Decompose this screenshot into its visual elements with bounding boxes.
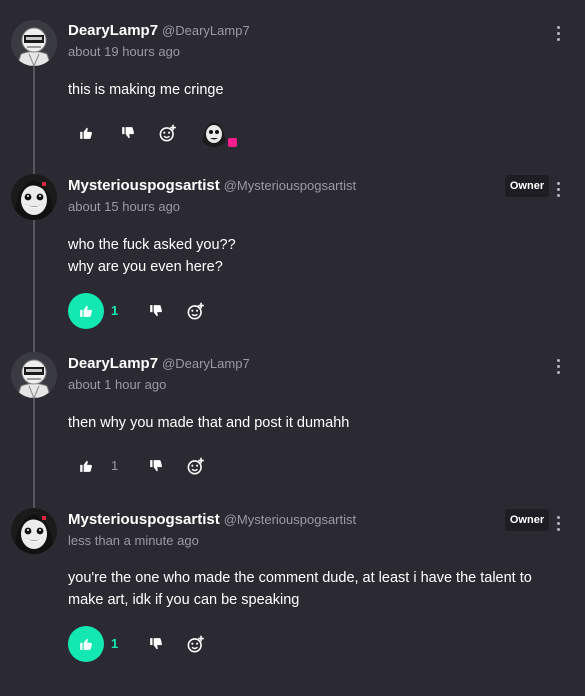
add-reaction-icon[interactable] (156, 122, 178, 144)
timestamp: less than a minute ago (68, 533, 199, 548)
comment-body: then why you made that and post it dumah… (68, 412, 568, 434)
owner-badge: Owner (505, 175, 549, 197)
thumbs-down-icon[interactable] (146, 301, 166, 321)
grin-face-avatar[interactable] (11, 174, 57, 220)
like-count: 1 (111, 458, 119, 473)
grin-face-avatar[interactable] (11, 508, 57, 554)
add-reaction-icon[interactable] (184, 633, 206, 655)
thumbs-down-icon[interactable] (146, 456, 166, 476)
owner-badge: Owner (505, 509, 549, 531)
comment-body: who the fuck asked you?? why are you eve… (68, 234, 568, 278)
thumbs-down-icon[interactable] (146, 634, 166, 654)
comment-body: you're the one who made the comment dude… (68, 567, 568, 611)
comment-text-line: then why you made that and post it dumah… (68, 415, 350, 431)
more-options-icon[interactable] (550, 179, 566, 199)
add-reaction-icon[interactable] (184, 300, 206, 322)
comment-text-line: you're the one who made the comment dude… (68, 570, 532, 608)
comment-actions: 1 (68, 448, 368, 484)
more-options-icon[interactable] (550, 356, 566, 376)
robot-avatar[interactable] (11, 20, 57, 66)
thumbs-up-icon[interactable] (68, 293, 104, 329)
more-options-icon[interactable] (550, 513, 566, 533)
like-count: 1 (111, 303, 119, 318)
more-options-icon[interactable] (550, 23, 566, 43)
thumbs-up-icon[interactable] (68, 626, 104, 662)
username[interactable]: Mysteriouspogsartist (68, 511, 220, 528)
comment-actions: 1 (68, 293, 368, 329)
comment-body: this is making me cringe (68, 79, 568, 101)
like-count: 1 (111, 636, 119, 651)
comment-header: Mysteriouspogsartist @Mysteriouspogsartis… (68, 177, 356, 216)
reaction-badge (228, 138, 237, 147)
comment-text-line: who the fuck asked you?? (68, 237, 236, 253)
thumbs-up-icon[interactable] (68, 115, 104, 151)
comment-text-line: this is making me cringe (68, 82, 224, 98)
thread-line (33, 62, 35, 508)
comment-text-line: why are you even here? (68, 259, 223, 275)
timestamp: about 15 hours ago (68, 199, 181, 214)
comment-header: DearyLamp7 @DearyLamp7 about 19 hours ago (68, 22, 250, 61)
username[interactable]: DearyLamp7 (68, 22, 158, 39)
add-reaction-icon[interactable] (184, 455, 206, 477)
thumbs-down-icon[interactable] (118, 123, 138, 143)
user-handle[interactable]: @DearyLamp7 (162, 356, 250, 371)
user-handle[interactable]: @Mysteriouspogsartist (224, 178, 356, 193)
username[interactable]: Mysteriouspogsartist (68, 177, 220, 194)
reaction-user-avatar[interactable] (199, 117, 229, 147)
username[interactable]: DearyLamp7 (68, 355, 158, 372)
comment-header: Mysteriouspogsartist @Mysteriouspogsartis… (68, 511, 356, 550)
timestamp: about 19 hours ago (68, 44, 181, 59)
user-handle[interactable]: @Mysteriouspogsartist (224, 512, 356, 527)
comment-actions (68, 115, 368, 151)
comment-header: DearyLamp7 @DearyLamp7 about 1 hour ago (68, 355, 250, 394)
comment-actions: 1 (68, 626, 368, 662)
robot-avatar[interactable] (11, 352, 57, 398)
timestamp: about 1 hour ago (68, 377, 167, 392)
thumbs-up-icon[interactable] (68, 448, 104, 484)
user-handle[interactable]: @DearyLamp7 (162, 23, 250, 38)
